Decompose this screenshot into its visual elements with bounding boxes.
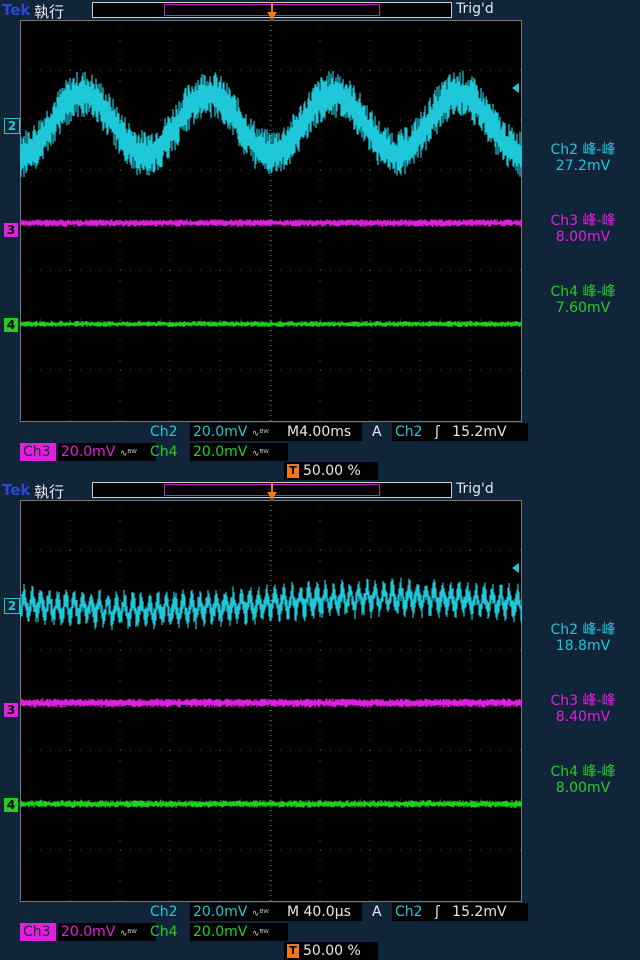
ch3-waveform <box>20 219 522 227</box>
status-row-2: Ch3 20.0mV ∿ᴮᵂ Ch4 20.0mV ∿ᴮᵂ <box>20 443 524 461</box>
ch3-meas-value: 8.00mV <box>555 229 611 245</box>
ch2-meas-name: Ch2 峰-峰 <box>550 622 616 638</box>
ch2-scale[interactable]: 20.0mV ∿ᴮᵂ <box>190 903 288 921</box>
ch3-scale-value: 20.0mV <box>61 444 116 460</box>
trigger-position-value: 50.00 % <box>303 943 361 959</box>
ch3-ground-marker[interactable]: 3 <box>4 703 18 717</box>
ch2-scale[interactable]: 20.0mV ∿ᴮᵂ <box>190 423 288 441</box>
ch4-meas-value: 8.00mV <box>555 780 611 796</box>
bandwidth-limit-icon: ∿ᴮᵂ <box>251 909 269 919</box>
timebase[interactable]: M4.00ms <box>284 423 362 441</box>
bandwidth-limit-icon: ∿ᴮᵂ <box>251 449 269 459</box>
status-row-1: Ch2 20.0mV ∿ᴮᵂ M 40.0µs A Ch2 ʃ 15.2mV <box>20 903 528 921</box>
ch3-label[interactable]: Ch3 <box>20 923 56 941</box>
scope-header: Tek 執行 Trig'd <box>0 0 640 21</box>
trigger-level: 15.2mV <box>452 904 507 920</box>
acquisition-mode: A <box>372 424 382 440</box>
ch2-scale-value: 20.0mV <box>193 904 248 920</box>
ch4-scale-value: 20.0mV <box>193 924 248 940</box>
trigger-position-value: 50.00 % <box>303 463 361 479</box>
trigger-settings[interactable]: Ch2 ʃ 15.2mV <box>392 423 528 441</box>
trigger-level: 15.2mV <box>452 424 507 440</box>
trigger-position-icon-small: T <box>287 944 299 958</box>
ch3-meas-value: 8.40mV <box>555 709 611 725</box>
trigger-position-readout[interactable]: T 50.00 % <box>284 942 378 960</box>
rising-edge-icon: ʃ <box>435 904 440 920</box>
graticule-canvas <box>20 20 522 422</box>
bandwidth-limit-icon: ∿ᴮᵂ <box>251 929 269 939</box>
trigger-position-pill: T 50.00 % <box>284 942 378 960</box>
ch4-label[interactable]: Ch4 <box>150 923 178 941</box>
ch2-label[interactable]: Ch2 <box>150 903 178 921</box>
status-row-2: Ch3 20.0mV ∿ᴮᵂ Ch4 20.0mV ∿ᴮᵂ <box>20 923 524 941</box>
run-mode-label: 執行 <box>34 483 65 501</box>
bandwidth-limit-icon: ∿ᴮᵂ <box>119 929 137 939</box>
run-mode-label: 執行 <box>34 3 65 21</box>
ch4-scale[interactable]: 20.0mV ∿ᴮᵂ <box>190 443 288 461</box>
waveform-graticule <box>20 500 522 902</box>
ch2-waveform <box>20 70 522 178</box>
timebase[interactable]: M 40.0µs <box>284 903 362 921</box>
trigger-source: Ch2 <box>395 424 423 440</box>
ch3-measurement: Ch3 峰-峰 8.00mV <box>530 213 636 245</box>
ch2-ground-marker[interactable]: 2 <box>4 118 20 134</box>
ch3-ground-marker[interactable]: 3 <box>4 223 18 237</box>
ch4-meas-value: 7.60mV <box>555 300 611 316</box>
ch3-meas-name: Ch3 峰-峰 <box>550 213 616 229</box>
acquisition-mode: A <box>372 904 382 920</box>
trigger-source: Ch2 <box>395 904 423 920</box>
trigger-settings[interactable]: Ch2 ʃ 15.2mV <box>392 903 528 921</box>
ch4-measurement: Ch4 峰-峰 8.00mV <box>530 764 636 796</box>
graticule-canvas <box>20 500 522 902</box>
trigger-position-pill: T 50.00 % <box>284 462 378 480</box>
ch4-waveform <box>20 321 522 327</box>
ch3-measurement: Ch3 峰-峰 8.40mV <box>530 693 636 725</box>
ch2-ground-marker[interactable]: 2 <box>4 598 20 614</box>
ch2-meas-name: Ch2 峰-峰 <box>550 142 616 158</box>
scope-header: Tek 執行 Trig'd <box>0 480 640 501</box>
trigger-position-readout[interactable]: T 50.00 % <box>284 462 378 480</box>
brand-logo: Tek <box>2 481 31 499</box>
bandwidth-limit-icon: ∿ᴮᵂ <box>119 449 137 459</box>
ch4-measurement: Ch4 峰-峰 7.60mV <box>530 284 636 316</box>
brand-logo: Tek <box>2 1 31 19</box>
scope-screen-1: Tek 執行 Trig'd T 2 3 4 Ch2 峰-峰 27.2mV Ch3… <box>0 0 640 480</box>
ch4-scale-value: 20.0mV <box>193 444 248 460</box>
trigger-status: Trig'd <box>456 481 494 497</box>
ch4-scale[interactable]: 20.0mV ∿ᴮᵂ <box>190 923 288 941</box>
ch4-ground-marker[interactable]: 4 <box>4 798 18 812</box>
ch3-scale-value: 20.0mV <box>61 924 116 940</box>
ch2-label[interactable]: Ch2 <box>150 423 178 441</box>
waveform-graticule <box>20 20 522 422</box>
trigger-position-icon-small: T <box>287 464 299 478</box>
ch2-scale-value: 20.0mV <box>193 424 248 440</box>
ch2-measurement: Ch2 峰-峰 27.2mV <box>530 142 636 174</box>
ch4-meas-name: Ch4 峰-峰 <box>550 284 616 300</box>
scope-screen-2: Tek 執行 Trig'd T 2 3 4 Ch2 峰-峰 18.8mV Ch3… <box>0 480 640 960</box>
trigger-status: Trig'd <box>456 1 494 17</box>
ch4-ground-marker[interactable]: 4 <box>4 318 18 332</box>
ch4-meas-name: Ch4 峰-峰 <box>550 764 616 780</box>
status-row-1: Ch2 20.0mV ∿ᴮᵂ M4.00ms A Ch2 ʃ 15.2mV <box>20 423 528 441</box>
ch3-scale[interactable]: 20.0mV ∿ᴮᵂ <box>58 923 156 941</box>
ch2-meas-value: 27.2mV <box>555 158 611 174</box>
bandwidth-limit-icon: ∿ᴮᵂ <box>251 429 269 439</box>
trigger-level-arrow <box>512 83 519 93</box>
trigger-level-arrow <box>512 563 519 573</box>
rising-edge-icon: ʃ <box>435 424 440 440</box>
ch2-measurement: Ch2 峰-峰 18.8mV <box>530 622 636 654</box>
ch2-meas-value: 18.8mV <box>555 638 611 654</box>
ch3-label[interactable]: Ch3 <box>20 443 56 461</box>
ch4-waveform <box>20 800 522 808</box>
ch3-meas-name: Ch3 峰-峰 <box>550 693 616 709</box>
ch3-scale[interactable]: 20.0mV ∿ᴮᵂ <box>58 443 156 461</box>
ch4-label[interactable]: Ch4 <box>150 443 178 461</box>
